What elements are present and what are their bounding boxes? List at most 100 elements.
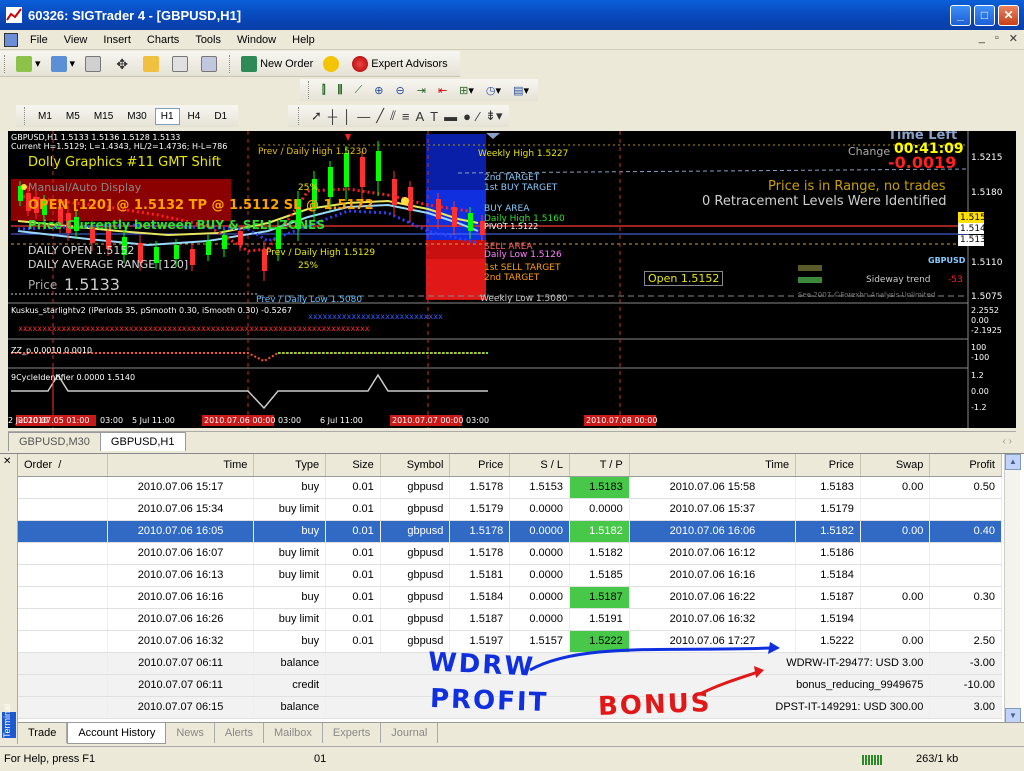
horizontal-line-icon[interactable]: — [357, 109, 370, 124]
line-chart-button[interactable]: ⟋ [351, 79, 367, 101]
mdi-close-icon[interactable]: ✕ [1009, 32, 1018, 45]
price-between-label: Price Currently between BUY & SELL ZONES [28, 218, 326, 232]
trendline-icon[interactable]: ╱ [376, 108, 384, 124]
indicators-button[interactable]: ⊞ ▾ [455, 79, 478, 101]
cursor-icon[interactable]: ➚ [311, 108, 322, 124]
terminal-sidebar: ✕ Terminal [0, 454, 18, 744]
table-row[interactable]: 2010.07.06 16:13 buy limit 0.01 gbpusd 1.518… [18, 564, 1002, 587]
terminal-close-icon[interactable]: ✕ [3, 456, 11, 467]
text-label-icon[interactable]: T [430, 109, 438, 124]
maximize-button[interactable]: □ [974, 5, 995, 26]
tab-news[interactable]: News [166, 723, 215, 743]
mdi-restore-icon[interactable]: ▫ [995, 32, 999, 45]
col-order[interactable]: Order / [18, 454, 108, 477]
candle-chart-button[interactable]: ⫼ [334, 79, 347, 101]
terminal-button[interactable] [168, 53, 195, 75]
tf-d1[interactable]: D1 [208, 108, 233, 125]
tab-mailbox[interactable]: Mailbox [264, 723, 323, 743]
vertical-scrollbar[interactable]: ▲ ▼ [1004, 454, 1021, 724]
table-row[interactable]: 2010.07.06 16:05 buy 0.01 gbpusd 1.5178 0.000… [18, 520, 1002, 543]
ellipse-icon[interactable]: ● [463, 109, 471, 124]
zoom-out-button[interactable]: ⊖ [392, 79, 409, 101]
tester-button[interactable] [197, 53, 224, 75]
col-size[interactable]: Size [325, 454, 381, 477]
navigator-button[interactable] [139, 53, 166, 75]
time-axis-3: 03:00 [100, 416, 124, 425]
col-symbol[interactable]: Symbol [380, 454, 451, 477]
price-chart[interactable]: xxxxxxxxxxxxxxxxxxxxxxxxxxxxxxxxxxxxxxxx… [8, 131, 1016, 428]
menu-insert[interactable]: Insert [95, 34, 139, 46]
col-tp[interactable]: T / P [569, 454, 630, 477]
periods-button[interactable]: ◷ ▾ [482, 79, 505, 101]
close-button[interactable]: ✕ [998, 5, 1019, 26]
tab-gbpusd-m30[interactable]: GBPUSD,M30 [8, 432, 101, 451]
table-row[interactable]: 2010.07.06 15:17 buy 0.01 gbpusd 1.5178 1.515… [18, 476, 1002, 499]
tab-trade[interactable]: Trade [18, 723, 68, 743]
bar-chart-button[interactable]: ⫿ [318, 79, 330, 101]
crosshair-tool-icon[interactable]: ┼ [328, 109, 337, 124]
equidistant-channel-icon[interactable]: ⫽ [390, 108, 396, 124]
table-cell: 1.5182 [569, 542, 630, 565]
col-close-price[interactable]: Price [795, 454, 861, 477]
tf-m15[interactable]: M15 [88, 108, 119, 125]
tab-experts[interactable]: Experts [323, 723, 382, 743]
tab-journal[interactable]: Journal [381, 723, 439, 743]
tab-gbpusd-h1[interactable]: GBPUSD,H1 [99, 432, 186, 451]
menu-window[interactable]: Window [229, 34, 284, 46]
connection-icon [862, 755, 882, 765]
col-swap[interactable]: Swap [860, 454, 931, 477]
vertical-line-icon[interactable]: │ [343, 109, 351, 124]
kuskus-red: xxxxxxxxxxxxxxxxxxxxxxxxxxxxxxxxxxxxxxxx… [18, 324, 370, 333]
menu-tools[interactable]: Tools [187, 34, 229, 46]
autoscroll-button[interactable]: ⇥ [413, 79, 430, 101]
table-row[interactable]: 2010.07.06 16:32 buy 0.01 gbpusd 1.5197 1.515… [18, 630, 1002, 653]
col-time[interactable]: Time [107, 454, 255, 477]
scroll-up-icon[interactable]: ▲ [1005, 454, 1021, 470]
menu-view[interactable]: View [56, 34, 96, 46]
tf-h4[interactable]: H4 [182, 108, 207, 125]
data-window-button[interactable]: ✥ [110, 53, 137, 75]
table-cell: 0.40 [929, 520, 1002, 543]
rectangle-icon[interactable]: ▬ [444, 109, 457, 124]
status-bar: For Help, press F1 01 263/1 kb [0, 746, 1024, 771]
tf-m1[interactable]: M1 [32, 108, 58, 125]
tf-m30[interactable]: M30 [121, 108, 152, 125]
new-chart-button[interactable]: ▾ [12, 53, 45, 75]
more-tools-icon[interactable]: ⇟▾ [485, 108, 502, 124]
table-cell: 2010.07.06 15:37 [629, 498, 797, 521]
market-watch-button[interactable] [81, 53, 108, 75]
col-profit[interactable]: Profit [929, 454, 1002, 477]
table-cell: -10.00 [929, 674, 1002, 697]
chart-shift-button[interactable]: ⇤ [434, 79, 451, 101]
table-cell: 0.00 [860, 520, 931, 543]
col-price[interactable]: Price [449, 454, 511, 477]
minimize-button[interactable]: _ [950, 5, 971, 26]
tab-scroll-icon[interactable]: ‹ › [1003, 436, 1012, 447]
col-sl[interactable]: S / L [509, 454, 570, 477]
zoom-in-button[interactable]: ⊕ [370, 79, 387, 101]
metaeditor-button[interactable] [319, 53, 346, 75]
mdi-minimize-icon[interactable]: _ [979, 32, 985, 45]
expert-advisors-button[interactable]: Expert Advisors [348, 53, 451, 75]
menu-charts[interactable]: Charts [139, 34, 187, 46]
tf-m5[interactable]: M5 [60, 108, 86, 125]
table-row[interactable]: 2010.07.06 16:26 buy limit 0.01 gbpusd 1.518… [18, 608, 1002, 631]
menu-file[interactable]: File [22, 34, 56, 46]
table-row[interactable]: 2010.07.06 16:16 buy 0.01 gbpusd 1.5184 0.000… [18, 586, 1002, 609]
new-order-button[interactable]: New Order [237, 53, 317, 75]
tab-alerts[interactable]: Alerts [215, 723, 264, 743]
profiles-button[interactable]: ▾ [47, 53, 80, 75]
table-row[interactable]: 2010.07.06 15:34 buy limit 0.01 gbpusd 1.517… [18, 498, 1002, 521]
menu-help[interactable]: Help [284, 34, 323, 46]
text-icon[interactable]: A [415, 109, 424, 124]
fibonacci-icon[interactable]: ≡ [402, 109, 410, 124]
tab-account-history[interactable]: Account History [67, 723, 167, 744]
col-close-time[interactable]: Time [629, 454, 797, 477]
price-axis-4: 1.5145 [960, 224, 992, 234]
tf-h1[interactable]: H1 [154, 107, 180, 125]
arrow-tool-icon[interactable]: ⁄ [477, 109, 479, 124]
col-type[interactable]: Type [253, 454, 327, 477]
templates-button[interactable]: ▤ ▾ [509, 79, 533, 101]
table-cell [18, 696, 108, 719]
table-row[interactable]: 2010.07.06 16:07 buy limit 0.01 gbpusd 1.517… [18, 542, 1002, 565]
